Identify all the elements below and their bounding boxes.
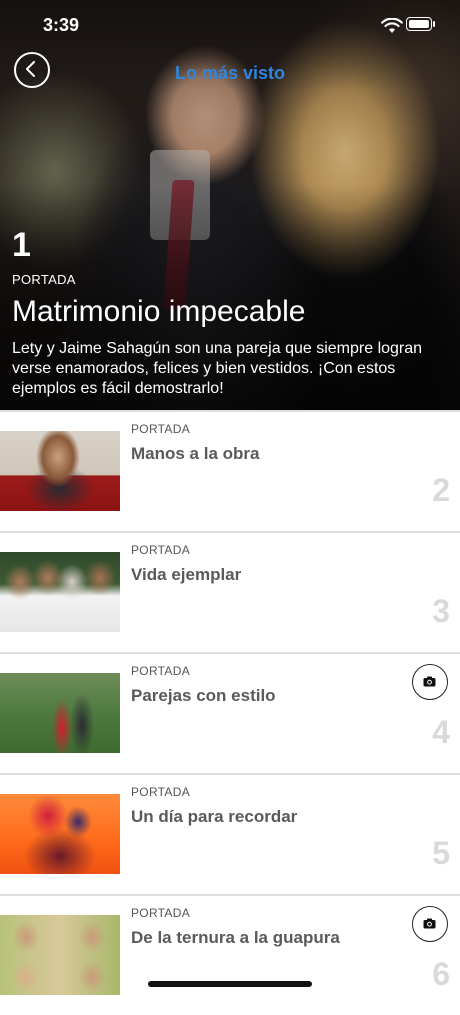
article-title: De la ternura a la guapura <box>131 928 340 947</box>
status-bar: 3:39 <box>0 0 460 50</box>
article-thumbnail <box>0 431 120 511</box>
battery-icon <box>406 17 435 31</box>
gallery-button[interactable] <box>412 664 448 700</box>
featured-article[interactable]: 1 PORTADA Matrimonio impecable Lety y Ja… <box>0 0 460 410</box>
list-item[interactable]: PORTADA Parejas con estilo 4 <box>0 652 460 773</box>
article-category: PORTADA <box>131 543 191 557</box>
article-title: Manos a la obra <box>131 444 260 463</box>
list-item[interactable]: PORTADA Manos a la obra 2 <box>0 410 460 531</box>
article-category: PORTADA <box>131 906 191 920</box>
article-thumbnail <box>0 794 120 874</box>
article-rank: 6 <box>432 956 450 992</box>
wifi-icon <box>381 18 403 33</box>
list-item[interactable]: PORTADA Vida ejemplar 3 <box>0 531 460 652</box>
article-title: Parejas con estilo <box>131 686 276 705</box>
camera-icon <box>423 918 436 929</box>
status-time: 3:39 <box>43 15 80 35</box>
home-indicator <box>148 981 312 987</box>
article-thumbnail <box>0 552 120 632</box>
article-category: PORTADA <box>131 785 191 799</box>
article-category: PORTADA <box>131 422 191 436</box>
article-rank: 5 <box>432 835 450 871</box>
article-list: PORTADA Manos a la obra 2 PORTADA Vida e… <box>0 410 460 1015</box>
page-title: Lo más visto <box>174 63 286 83</box>
hero-title: Matrimonio impecable <box>12 295 306 328</box>
hero-category: PORTADA <box>12 272 76 287</box>
article-title: Vida ejemplar <box>131 565 242 584</box>
article-category: PORTADA <box>131 664 191 678</box>
article-rank: 4 <box>432 714 450 750</box>
hero-rank: 1 <box>12 226 31 264</box>
gallery-button[interactable] <box>412 906 448 942</box>
hero-description: Lety y Jaime Sahagún son una pareja que … <box>12 340 423 397</box>
list-item[interactable]: PORTADA Un día para recordar 5 <box>0 773 460 894</box>
list-item[interactable]: PORTADA De la ternura a la guapura 6 <box>0 894 460 1015</box>
camera-icon <box>423 676 436 687</box>
article-thumbnail <box>0 673 120 753</box>
article-rank: 3 <box>432 593 450 629</box>
article-rank: 2 <box>432 472 450 508</box>
article-title: Un día para recordar <box>131 807 298 826</box>
article-thumbnail <box>0 915 120 995</box>
